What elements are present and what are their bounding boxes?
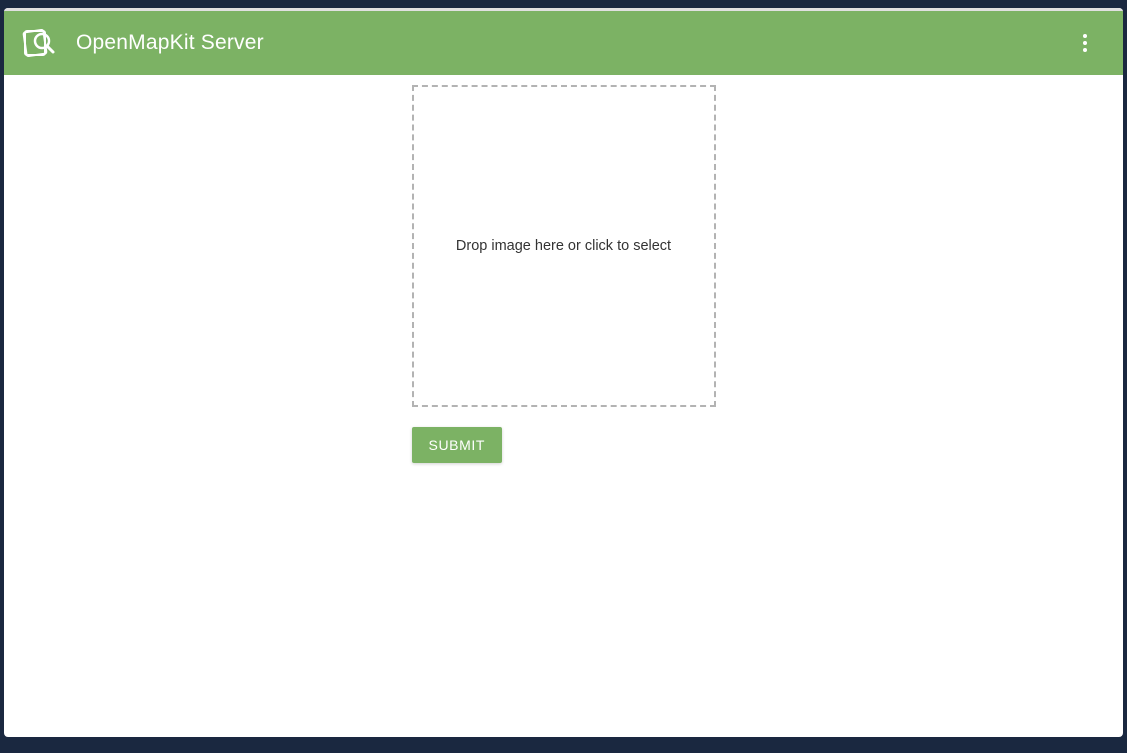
more-options-button[interactable] [1065,23,1105,63]
image-dropzone[interactable]: Drop image here or click to select [412,85,716,407]
header-left: OpenMapKit Server [22,26,264,60]
app-title: OpenMapKit Server [76,31,264,55]
app-logo-icon [22,26,56,60]
main-content: Drop image here or click to select SUBMI… [4,75,1123,463]
submit-button[interactable]: SUBMIT [412,427,503,463]
upload-form: Drop image here or click to select SUBMI… [412,85,716,463]
app-window: OpenMapKit Server Drop image here or cli… [4,8,1123,737]
more-vert-icon [1073,31,1097,55]
dropzone-prompt: Drop image here or click to select [456,238,671,254]
app-header: OpenMapKit Server [4,11,1123,75]
